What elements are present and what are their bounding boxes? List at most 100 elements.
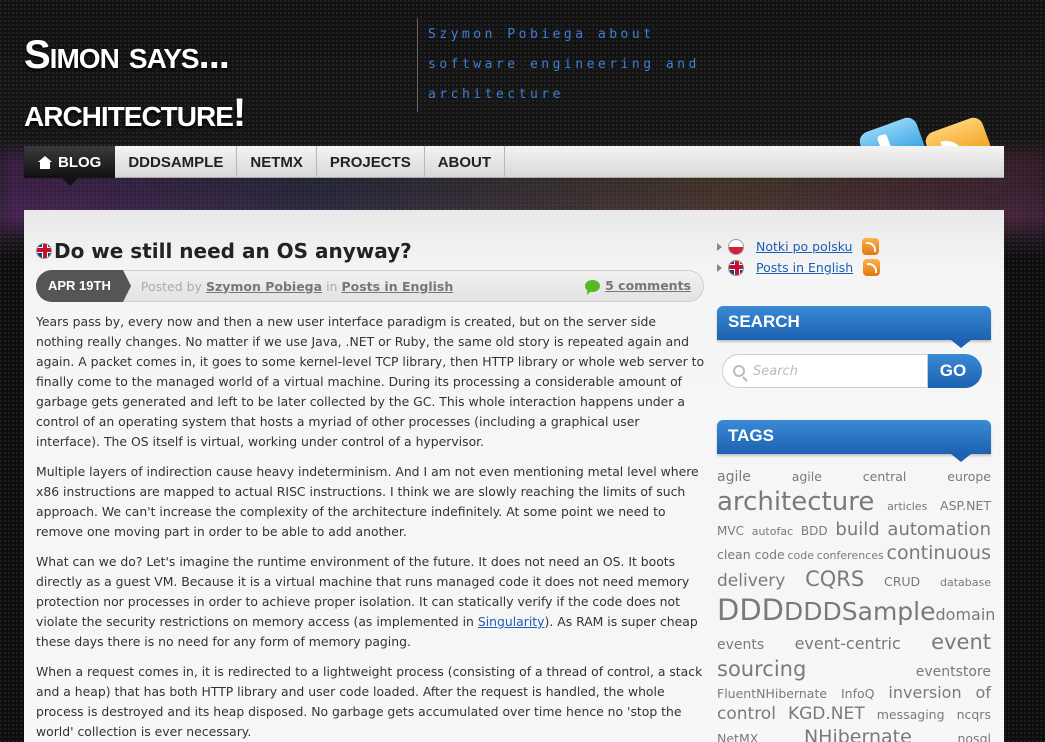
tag-link[interactable]: DDD [717,595,784,625]
tag-link[interactable]: database [940,577,991,588]
tag-link[interactable]: agile [792,470,822,484]
tag-link[interactable]: continuous [887,544,992,563]
post-meta-bar: APR 19TH Posted by Szymon Pobiega in Pos… [36,270,704,302]
tag-line: events event-centric event [717,631,991,659]
site-title-line2: architecture! [24,91,246,135]
sidebar: Notki po polsku Posts in English SEARCH … [717,236,995,742]
tag-link[interactable]: ncqrs [957,709,991,722]
tag-link[interactable]: architecture [717,489,874,515]
search-go-button[interactable]: GO [928,354,982,388]
singularity-link[interactable]: Singularity [478,614,545,629]
tag-line: NetMX NHibernate nosql [717,728,991,742]
tag-link[interactable]: sourcing [717,658,806,680]
tag-line: control KGD.NET messaging ncqrs [717,706,991,728]
tag-link[interactable]: KGD.NET [788,706,865,723]
tag-link[interactable]: europe [947,470,991,484]
post-paragraph: Multiple layers of indirection cause hea… [36,464,699,539]
nav-item-dddsample[interactable]: DDDSAMPLE [115,146,238,178]
tag-link[interactable]: BDD [801,525,828,537]
tags-widget-title: TAGS [717,420,991,462]
tag-link[interactable]: code [788,550,815,561]
nav-item-label: PROJECTS [329,153,411,171]
tag-line: clean code code conferences continuous [717,544,991,568]
tag-link[interactable]: of [976,685,991,701]
content-panel: Do we still need an OS anyway? APR 19TH … [24,210,1004,742]
pl-flag-icon [728,238,744,255]
tag-link[interactable]: domain [936,606,996,623]
site-title-line1: Simon says... [24,33,230,77]
tag-link[interactable]: control [717,706,776,723]
nav-item-label: DDDSAMPLE [128,153,224,171]
tag-link[interactable]: event [931,631,991,653]
tag-link[interactable]: eventstore [916,665,991,679]
language-link[interactable]: Posts in English [756,260,853,275]
comment-bubble-icon [585,279,601,295]
tag-link[interactable]: inversion [888,685,961,701]
bullet-icon [717,263,722,272]
rss-icon[interactable] [863,259,881,276]
nav-item-label: ABOUT [437,153,492,171]
tag-link[interactable]: events [717,638,764,652]
author-link[interactable]: Szymon Pobiega [206,279,322,294]
tag-link[interactable]: DDDSample [784,599,936,624]
tag-cloud: agile agile central europe architecture artic… [717,470,995,742]
tagline-box: Szymon Pobiega about software engineerin… [417,18,708,112]
tag-link[interactable]: CQRS [805,568,864,590]
post-meta: Posted by Szymon Pobiega in Posts in Eng… [141,279,453,294]
tag-link[interactable]: articles [887,501,927,512]
tag-link[interactable]: event-centric [795,635,901,652]
post-date: APR 19TH [36,270,131,302]
home-icon [38,155,52,169]
tag-line: agile agile central europe [717,470,991,489]
tag-link[interactable]: automation [887,521,991,539]
main-nav: BLOG DDDSAMPLE NETMX PROJECTS ABOUT [24,146,1004,186]
uk-flag-icon [728,259,744,276]
search-form: Search GO [722,354,991,388]
post-paragraph: What can we do? Let's imagine the runtim… [36,552,706,652]
comments-link[interactable]: 5 comments [585,278,691,295]
blog-post: Do we still need an OS anyway? APR 19TH … [36,238,706,742]
tag-link[interactable]: NetMX [717,733,758,742]
search-input[interactable]: Search [722,354,928,388]
bullet-icon [717,242,722,251]
tag-link[interactable]: central [863,470,907,484]
rss-icon[interactable] [862,238,880,255]
tagline-line: Szymon Pobiega about [428,27,655,42]
tag-link[interactable]: agile [717,470,751,484]
tagline: Szymon Pobiega about software engineerin… [428,20,708,110]
tag-link[interactable]: CRUD [884,575,920,589]
tag-line: MVC autofac BDD build automation [717,521,991,544]
search-widget-title: SEARCH [717,306,991,348]
nav-item-netmx[interactable]: NETMX [237,146,317,178]
tag-link[interactable]: NHibernate [804,728,912,742]
posted-by-label: Posted by [140,278,202,294]
tag-link[interactable]: autofac [752,526,793,537]
tag-link[interactable]: FluentNHibernate [717,688,827,701]
site-title[interactable]: Simon says... architecture! [24,26,246,142]
post-body: Years pass by, every now and then a new … [36,312,706,742]
tag-link[interactable]: delivery [717,572,785,590]
nav-item-label: BLOG [58,153,102,171]
nav-item-about[interactable]: ABOUT [425,146,506,178]
category-link[interactable]: Posts in English [341,279,453,294]
post-paragraph: Years pass by, every now and then a new … [36,314,705,449]
tag-line: sourcing eventstore [717,658,991,686]
in-label: in [326,278,338,294]
search-placeholder: Search [753,363,798,379]
nav-item-projects[interactable]: PROJECTS [317,146,425,178]
tag-link[interactable]: clean code [717,549,785,562]
tag-link[interactable]: nosql [957,733,991,742]
post-title-row: Do we still need an OS anyway? [36,238,706,264]
tag-link[interactable]: build [835,521,879,539]
tag-link[interactable]: conferences [817,550,884,561]
tag-link[interactable]: MVC [717,525,744,537]
tag-line: DDD DDDSample domain [717,595,995,632]
post-title[interactable]: Do we still need an OS anyway? [54,239,412,263]
language-link[interactable]: Notki po polsku [756,239,852,254]
tag-link[interactable]: ASP.NET [940,499,991,513]
post-paragraph: When a request comes in, it is redirecte… [36,664,703,739]
tag-link[interactable]: InfoQ [841,688,875,701]
nav-item-blog[interactable]: BLOG [24,146,116,186]
tagline-line: software engineering and [428,57,700,72]
tag-link[interactable]: messaging [877,709,945,722]
